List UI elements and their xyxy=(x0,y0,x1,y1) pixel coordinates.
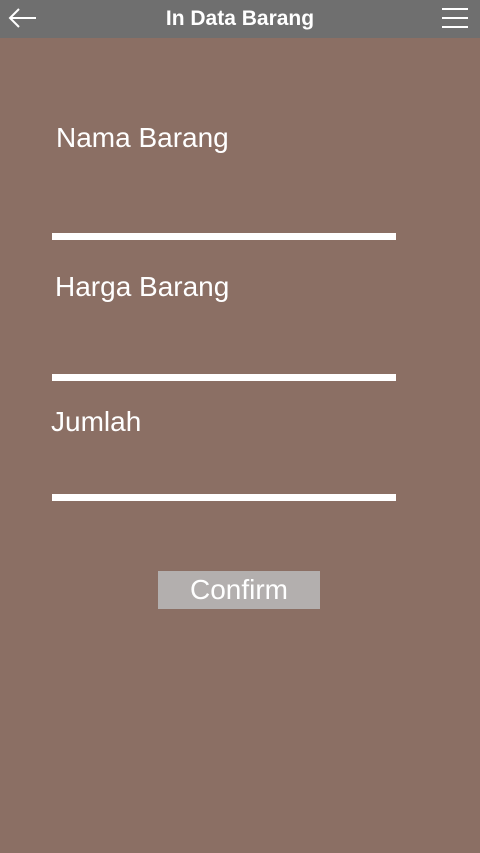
hamburger-menu-icon xyxy=(442,8,468,28)
app-bar: In Data Barang xyxy=(0,0,480,38)
jumlah-label: Jumlah xyxy=(51,406,142,437)
menu-button[interactable] xyxy=(440,5,470,33)
harga-barang-label: Harga Barang xyxy=(55,271,230,302)
nama-barang-input[interactable] xyxy=(52,200,396,240)
harga-barang-input[interactable] xyxy=(52,340,396,381)
page-title: In Data Barang xyxy=(165,7,315,30)
nama-barang-label: Nama Barang xyxy=(56,122,229,153)
jumlah-input[interactable] xyxy=(52,462,396,501)
confirm-button[interactable]: Confirm xyxy=(158,571,320,609)
